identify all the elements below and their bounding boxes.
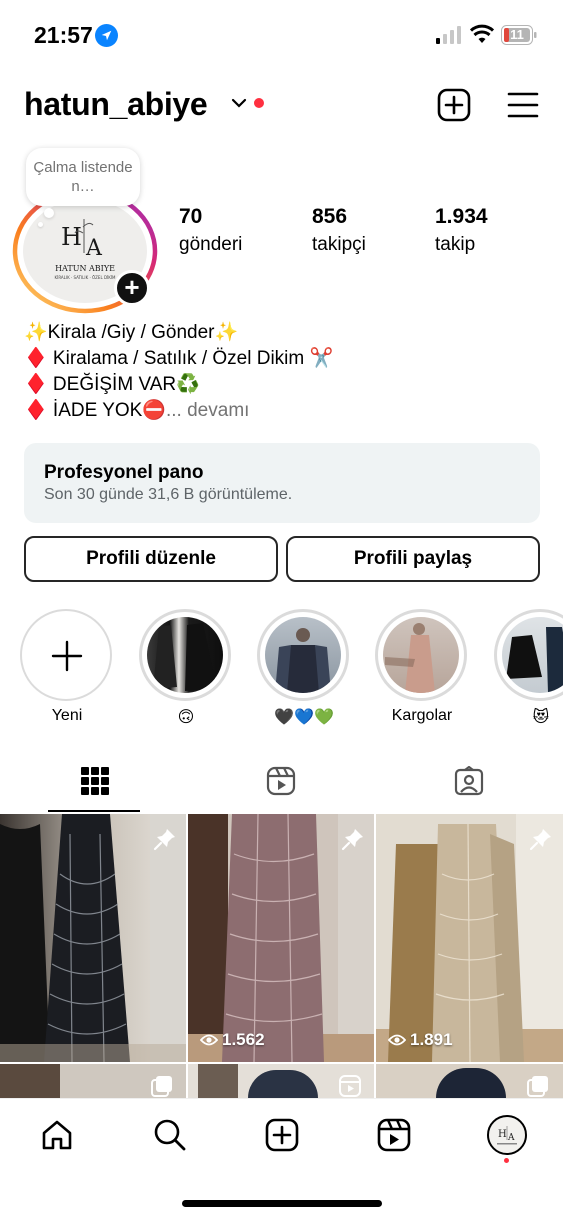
notification-dot bbox=[504, 1158, 509, 1163]
posts-count[interactable]: 70 gönderi bbox=[179, 205, 242, 256]
highlight-circle[interactable] bbox=[139, 609, 231, 701]
posts-value: 70 bbox=[179, 205, 203, 228]
dress-thumbnail bbox=[506, 627, 563, 693]
highlight-circle[interactable] bbox=[375, 609, 467, 701]
view-count: 1.891 bbox=[388, 1030, 453, 1050]
eye-icon bbox=[200, 1034, 218, 1046]
svg-text:A: A bbox=[85, 236, 103, 261]
dashboard-title: Profesyonel pano bbox=[44, 462, 204, 483]
followers-value: 856 bbox=[312, 205, 348, 228]
bio-line: ✨Kirala /Giy / Gönder✨ bbox=[24, 322, 239, 343]
bio-line: ♦️ DEĞİŞİM VAR♻️ bbox=[24, 374, 200, 395]
highlight-circle[interactable] bbox=[257, 609, 349, 701]
highlight-label: Kargolar bbox=[391, 707, 453, 724]
chevron-down-icon[interactable] bbox=[230, 96, 248, 110]
new-highlight-circle[interactable] bbox=[20, 609, 112, 701]
dashboard-subtitle: Son 30 günde 31,6 B görüntüleme. bbox=[44, 486, 293, 503]
svg-text:KİRALIK · SATILIK · ÖZEL DİKİM: KİRALIK · SATILIK · ÖZEL DİKİM bbox=[55, 275, 116, 280]
status-bar: 21:57 11 bbox=[0, 0, 563, 70]
location-arrow-icon bbox=[95, 24, 118, 47]
highlight-label: 😻 bbox=[532, 709, 550, 726]
carousel-icon bbox=[151, 1076, 172, 1097]
grid-post[interactable] bbox=[0, 814, 186, 1062]
view-count-value: 1.562 bbox=[222, 1030, 265, 1049]
bio: ✨Kirala /Giy / Gönder✨ ♦️ Kiralama / Sat… bbox=[24, 320, 544, 424]
highlight-circle[interactable] bbox=[494, 609, 563, 701]
highlight-label: Yeni bbox=[51, 707, 83, 724]
home-indicator bbox=[182, 1200, 382, 1207]
followers-label: takipçi bbox=[312, 234, 366, 255]
status-time: 21:57 bbox=[34, 22, 93, 48]
svg-text:A: A bbox=[507, 1133, 515, 1143]
active-tab-indicator bbox=[48, 810, 140, 812]
following-count[interactable]: 1.934 takip bbox=[435, 205, 488, 256]
bio-line-text: ♦️ İADE YOK⛔ bbox=[24, 400, 166, 421]
grid-post[interactable]: 1.891 bbox=[376, 814, 563, 1062]
highlight-new[interactable]: Yeni bbox=[20, 609, 114, 725]
plus-icon bbox=[51, 640, 83, 672]
eye-icon bbox=[388, 1034, 406, 1046]
grid-icon[interactable] bbox=[80, 766, 110, 796]
post-thumbnail-dress bbox=[436, 1068, 506, 1098]
post-thumbnail bbox=[0, 1064, 60, 1098]
notification-dot bbox=[254, 98, 264, 108]
highlight-item[interactable]: Kargolar bbox=[375, 609, 469, 725]
battery-level: 11 bbox=[510, 27, 524, 42]
reel-icon bbox=[339, 1075, 361, 1097]
grid-post[interactable] bbox=[376, 1064, 563, 1098]
reels-icon[interactable] bbox=[266, 766, 296, 796]
pin-icon bbox=[341, 829, 363, 851]
carousel-icon bbox=[527, 1076, 548, 1097]
pin-icon bbox=[529, 829, 551, 851]
note-text: Çalma listende n… bbox=[33, 159, 133, 195]
menu-hamburger-icon[interactable] bbox=[507, 91, 539, 119]
wifi-icon bbox=[470, 24, 494, 43]
add-story-button[interactable]: + bbox=[114, 270, 150, 306]
svg-text:H: H bbox=[498, 1129, 507, 1140]
post-thumbnail-dress bbox=[248, 1070, 318, 1098]
dress-thumbnail bbox=[153, 623, 217, 691]
post-thumbnail bbox=[198, 1064, 238, 1098]
following-label: takip bbox=[435, 234, 476, 255]
highlight-label: 🙃 bbox=[177, 709, 195, 726]
brand-logo-small: H A bbox=[497, 1126, 517, 1145]
cellular-signal-icon bbox=[436, 26, 461, 44]
grid-post[interactable] bbox=[0, 1064, 186, 1098]
svg-text:HATUN ABIYE: HATUN ABIYE bbox=[55, 264, 115, 273]
highlight-thumbnail bbox=[383, 617, 459, 693]
create-icon[interactable] bbox=[265, 1118, 299, 1152]
share-profile-button[interactable]: Profili paylaş bbox=[286, 536, 540, 582]
create-plus-square-icon[interactable] bbox=[437, 88, 471, 122]
highlight-item[interactable]: 🖤💙💚 bbox=[257, 609, 351, 727]
note-tail bbox=[44, 208, 54, 218]
view-count: 1.562 bbox=[200, 1030, 265, 1050]
grid-post[interactable]: 1.562 bbox=[188, 814, 374, 1062]
bio-line-last: ♦️ İADE YOK⛔... devamı bbox=[24, 398, 544, 424]
highlight-thumbnail bbox=[502, 617, 563, 693]
note-tail-small bbox=[38, 222, 43, 227]
reels-icon[interactable] bbox=[377, 1118, 411, 1152]
posts-label: gönderi bbox=[179, 234, 243, 255]
highlight-thumbnail bbox=[147, 617, 223, 693]
dress-thumbnail bbox=[275, 628, 331, 693]
highlight-thumbnail bbox=[265, 617, 341, 693]
search-icon[interactable] bbox=[153, 1118, 187, 1152]
svg-text:H: H bbox=[61, 223, 82, 251]
highlight-label: 🖤💙💚 bbox=[274, 709, 334, 726]
pin-icon bbox=[153, 829, 175, 851]
dress-thumbnail bbox=[385, 623, 435, 693]
profile-avatar[interactable]: H A bbox=[487, 1115, 527, 1155]
highlight-item[interactable]: 😻 bbox=[494, 609, 563, 727]
highlight-item[interactable]: 🙃 bbox=[139, 609, 233, 727]
grid-post[interactable] bbox=[188, 1064, 374, 1098]
home-icon[interactable] bbox=[40, 1118, 74, 1152]
bio-more-link[interactable]: ... devamı bbox=[166, 400, 249, 421]
tagged-icon[interactable] bbox=[454, 766, 484, 796]
bio-line: ♦️ Kiralama / Satılık / Özel Dikim ✂️ bbox=[24, 348, 334, 369]
username-switcher[interactable]: hatun_abiye bbox=[24, 86, 208, 123]
edit-profile-button[interactable]: Profili düzenle bbox=[24, 536, 278, 582]
followers-count[interactable]: 856 takipçi bbox=[312, 205, 366, 256]
following-value: 1.934 bbox=[435, 205, 488, 228]
view-count-value: 1.891 bbox=[410, 1030, 453, 1049]
